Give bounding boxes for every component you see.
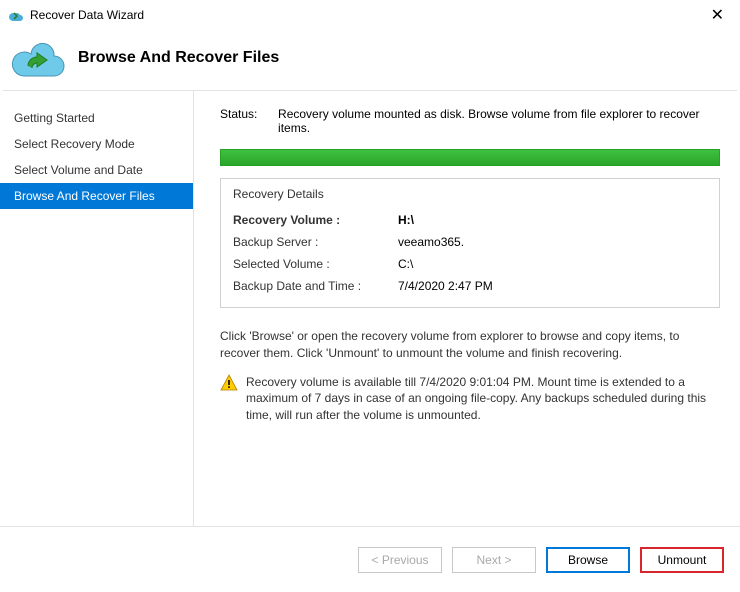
progress-bar	[220, 149, 720, 166]
next-button: Next >	[452, 547, 536, 573]
recovery-details-title: Recovery Details	[233, 187, 707, 201]
detail-key: Selected Volume :	[233, 257, 398, 271]
warning-icon	[220, 374, 238, 392]
status-label: Status:	[220, 107, 278, 135]
wizard-body: Getting Started Select Recovery Mode Sel…	[0, 91, 740, 526]
detail-recovery-volume: Recovery Volume : H:\	[233, 209, 707, 231]
unmount-button[interactable]: Unmount	[640, 547, 724, 573]
detail-value: 7/4/2020 2:47 PM	[398, 279, 493, 293]
detail-value: C:\	[398, 257, 413, 271]
previous-button: < Previous	[358, 547, 442, 573]
page-title: Browse And Recover Files	[78, 49, 279, 67]
info-text: Click 'Browse' or open the recovery volu…	[220, 328, 720, 362]
sidebar-item-select-volume-date[interactable]: Select Volume and Date	[0, 157, 193, 183]
detail-key: Recovery Volume :	[233, 213, 398, 227]
status-text: Recovery volume mounted as disk. Browse …	[278, 107, 720, 135]
detail-backup-server: Backup Server : veeamo365.	[233, 231, 707, 253]
detail-value: veeamo365.	[398, 235, 464, 249]
cloud-restore-icon	[10, 38, 68, 78]
wizard-content: Status: Recovery volume mounted as disk.…	[193, 91, 740, 526]
warning-row: Recovery volume is available till 7/4/20…	[220, 374, 720, 424]
wizard-steps-sidebar: Getting Started Select Recovery Mode Sel…	[0, 91, 193, 526]
detail-key: Backup Server :	[233, 235, 398, 249]
close-icon[interactable]: ✕	[705, 5, 730, 25]
sidebar-item-select-recovery-mode[interactable]: Select Recovery Mode	[0, 131, 193, 157]
sidebar-item-browse-recover-files[interactable]: Browse And Recover Files	[0, 183, 193, 209]
detail-selected-volume: Selected Volume : C:\	[233, 253, 707, 275]
app-cloud-icon	[8, 7, 24, 23]
wizard-footer: < Previous Next > Browse Unmount	[0, 526, 740, 592]
recovery-details-box: Recovery Details Recovery Volume : H:\ B…	[220, 178, 720, 308]
status-row: Status: Recovery volume mounted as disk.…	[220, 107, 720, 135]
detail-value: H:\	[398, 213, 414, 227]
detail-backup-datetime: Backup Date and Time : 7/4/2020 2:47 PM	[233, 275, 707, 297]
browse-button[interactable]: Browse	[546, 547, 630, 573]
titlebar: Recover Data Wizard ✕	[0, 0, 740, 30]
warning-text: Recovery volume is available till 7/4/20…	[246, 374, 720, 424]
window-title: Recover Data Wizard	[30, 8, 705, 22]
sidebar-item-getting-started[interactable]: Getting Started	[0, 105, 193, 131]
detail-key: Backup Date and Time :	[233, 279, 398, 293]
wizard-header: Browse And Recover Files	[0, 30, 740, 90]
